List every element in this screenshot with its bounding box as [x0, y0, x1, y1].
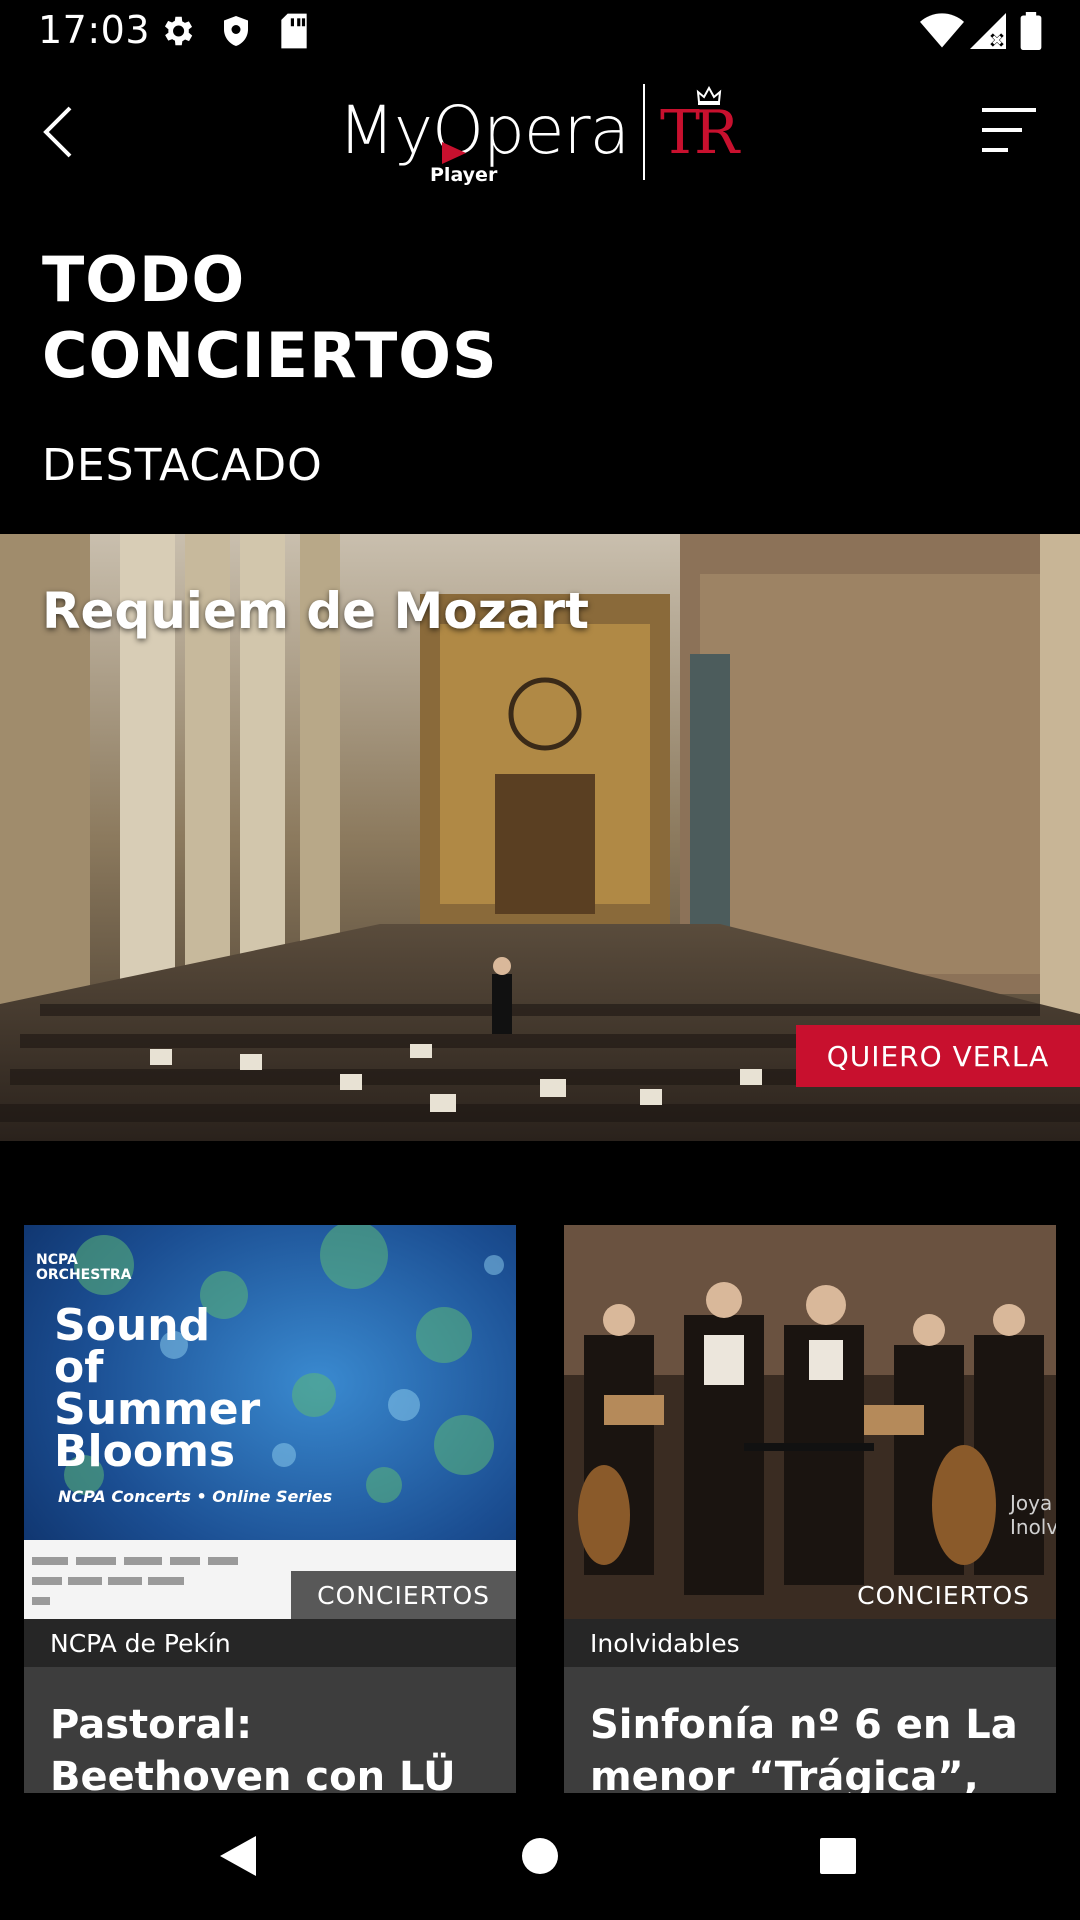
featured-title: Requiem de Mozart	[42, 582, 589, 640]
square-recents-icon	[820, 1838, 856, 1874]
section-label: DESTACADO	[42, 440, 323, 491]
nav-recents-button[interactable]	[818, 1832, 858, 1884]
poster-title-line: Summer	[54, 1384, 261, 1435]
menu-button[interactable]	[978, 102, 1038, 158]
system-nav-bar	[0, 1794, 1080, 1920]
menu-icon	[982, 108, 1036, 152]
wifi-icon	[920, 12, 964, 54]
app-logo: MyOpera Player TR	[338, 72, 739, 187]
concert-card[interactable]: NCPA ORCHESTRA Sound of Summer Blooms NC…	[24, 1225, 516, 1793]
battery-icon	[1020, 12, 1042, 54]
nav-home-button[interactable]	[520, 1832, 560, 1884]
page-title: TODO CONCIERTOS	[42, 242, 498, 394]
poster-title-line: Sound	[54, 1300, 211, 1351]
card-title: Sinfonía nº 6 en La menor “Trágica”, G.	[590, 1702, 1018, 1793]
chevron-left-icon	[43, 106, 72, 158]
watch-button[interactable]: QUIERO VERLA	[796, 1025, 1080, 1087]
card-title: Pastoral: Beethoven con LÜ Jia y NCPAO	[50, 1702, 456, 1793]
app-header: MyOpera Player TR	[0, 62, 1080, 192]
category-tag: CONCIERTOS	[857, 1580, 1030, 1610]
logo-subtext: Player	[430, 164, 498, 186]
logo-text: MyOpera	[338, 92, 630, 169]
status-time: 17:03	[38, 8, 151, 52]
poster-subtitle: NCPA Concerts • Online Series	[58, 1487, 333, 1506]
shield-icon	[218, 12, 254, 54]
card-collection: NCPA de Pekín	[24, 1619, 516, 1667]
photo-watermark: Joya	[1010, 1491, 1053, 1515]
page-title-line-2: CONCIERTOS	[42, 319, 498, 392]
back-button[interactable]	[40, 102, 80, 162]
poster-title-line: Blooms	[54, 1426, 236, 1477]
card-image: Joya Inolv CONCIERTOS	[564, 1225, 1056, 1619]
featured-concert[interactable]: Requiem de Mozart QUIERO VERLA	[0, 534, 1080, 1141]
circle-home-icon	[522, 1838, 558, 1874]
concert-card[interactable]: Joya Inolv CONCIERTOS Inolvidables Sinfo…	[564, 1225, 1056, 1793]
page-title-line-1: TODO	[42, 243, 246, 316]
settings-icon	[158, 12, 196, 54]
status-bar: 17:03	[0, 0, 1080, 62]
card-collection: Inolvidables	[564, 1619, 1056, 1667]
play-icon	[442, 142, 466, 164]
sd-card-icon	[278, 12, 310, 54]
photo-watermark: Inolv	[1010, 1515, 1056, 1539]
orchestra-photo	[564, 1225, 1056, 1619]
triangle-back-icon	[220, 1836, 256, 1876]
partner-mark: TR	[660, 98, 739, 168]
category-tag: CONCIERTOS	[291, 1571, 516, 1619]
poster-org: NCPA ORCHESTRA	[36, 1252, 132, 1283]
logo-divider	[643, 84, 645, 180]
poster-title-line: of	[54, 1342, 104, 1393]
cell-signal-icon	[970, 12, 1006, 54]
nav-back-button[interactable]	[216, 1832, 260, 1884]
poster-title: Sound of Summer Blooms	[54, 1300, 261, 1477]
card-image: NCPA ORCHESTRA Sound of Summer Blooms NC…	[24, 1225, 516, 1619]
